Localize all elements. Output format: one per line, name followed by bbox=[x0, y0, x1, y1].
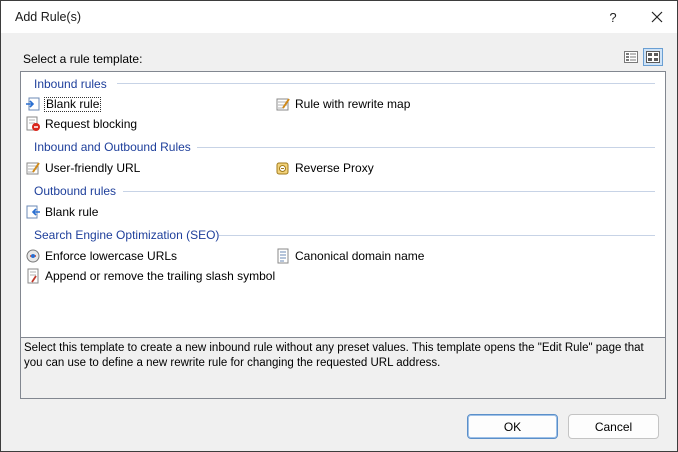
group-header-inbound: Inbound rules bbox=[34, 76, 107, 91]
rule-template-list[interactable]: Inbound rules Blank rule Rule with rewri… bbox=[20, 71, 666, 338]
tile-view-icon bbox=[646, 51, 660, 63]
list-view-icon bbox=[624, 51, 638, 63]
trailing-slash-icon bbox=[25, 268, 41, 284]
list-view-button[interactable] bbox=[621, 48, 641, 66]
template-item-label: Reverse Proxy bbox=[295, 161, 374, 175]
template-item-canonical-domain-name[interactable]: Canonical domain name bbox=[275, 248, 425, 264]
title-bar: Add Rule(s) ? bbox=[1, 1, 677, 33]
template-item-label: Append or remove the trailing slash symb… bbox=[45, 269, 276, 283]
reverse-proxy-icon bbox=[275, 160, 291, 176]
add-rules-dialog: Add Rule(s) ? Select a rule template: In… bbox=[0, 0, 678, 452]
template-item-label: Rule with rewrite map bbox=[295, 97, 411, 111]
template-description: Select this template to create a new inb… bbox=[20, 338, 666, 399]
group-divider bbox=[219, 235, 655, 236]
group-divider bbox=[117, 83, 655, 84]
template-item-reverse-proxy[interactable]: Reverse Proxy bbox=[275, 160, 375, 176]
request-blocking-icon bbox=[25, 116, 41, 132]
blank-inbound-rule-icon bbox=[25, 96, 41, 112]
template-item-enforce-lowercase-urls[interactable]: Enforce lowercase URLs bbox=[25, 248, 178, 264]
group-header-inbound-outbound: Inbound and Outbound Rules bbox=[34, 139, 191, 154]
template-item-label: Request blocking bbox=[45, 117, 138, 131]
template-item-label: User-friendly URL bbox=[45, 161, 141, 175]
template-item-blank-inbound-rule[interactable]: Blank rule bbox=[25, 96, 102, 112]
template-item-label: Blank rule bbox=[44, 96, 102, 112]
template-item-label: Canonical domain name bbox=[295, 249, 425, 263]
cancel-button[interactable]: Cancel bbox=[568, 414, 659, 439]
close-button[interactable] bbox=[643, 6, 671, 28]
lowercase-url-icon bbox=[25, 248, 41, 264]
user-friendly-url-icon bbox=[25, 160, 41, 176]
template-prompt-label: Select a rule template: bbox=[23, 52, 143, 66]
group-header-outbound: Outbound rules bbox=[34, 183, 117, 198]
close-icon bbox=[651, 11, 663, 23]
template-item-label: Blank rule bbox=[45, 205, 99, 219]
canonical-domain-icon bbox=[275, 248, 291, 264]
group-header-seo: Search Engine Optimization (SEO) bbox=[34, 227, 220, 242]
template-item-label: Enforce lowercase URLs bbox=[45, 249, 178, 263]
template-item-rule-with-rewrite-map[interactable]: Rule with rewrite map bbox=[275, 96, 411, 112]
dialog-title: Add Rule(s) bbox=[15, 10, 81, 24]
group-divider bbox=[123, 191, 655, 192]
template-item-trailing-slash[interactable]: Append or remove the trailing slash symb… bbox=[25, 268, 276, 284]
tile-view-button[interactable] bbox=[643, 48, 663, 66]
template-item-user-friendly-url[interactable]: User-friendly URL bbox=[25, 160, 141, 176]
rewrite-map-icon bbox=[275, 96, 291, 112]
group-divider bbox=[197, 147, 655, 148]
blank-outbound-rule-icon bbox=[25, 204, 41, 220]
template-item-blank-outbound-rule[interactable]: Blank rule bbox=[25, 204, 99, 220]
template-item-request-blocking[interactable]: Request blocking bbox=[25, 116, 138, 132]
help-button[interactable]: ? bbox=[599, 6, 627, 28]
ok-button[interactable]: OK bbox=[467, 414, 558, 439]
